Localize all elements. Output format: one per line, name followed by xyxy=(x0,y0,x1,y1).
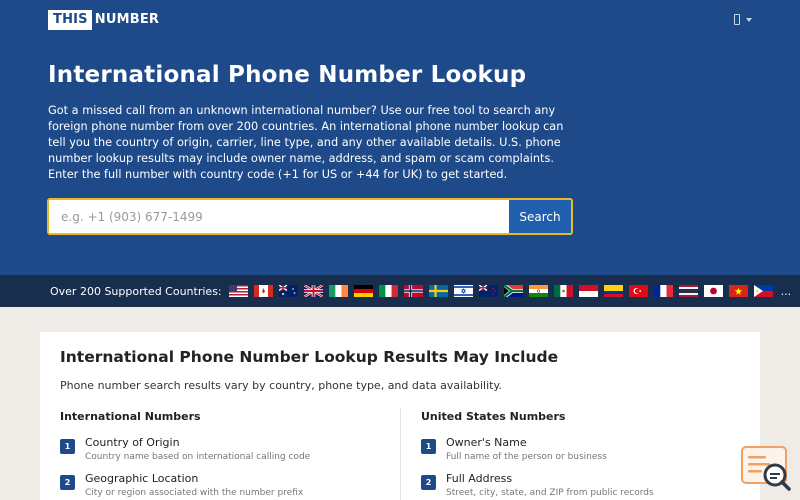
chat-search-icon[interactable] xyxy=(739,444,793,494)
flag-south-africa-icon[interactable] xyxy=(503,285,523,297)
list-item: 2 Geographic Location City or region ass… xyxy=(60,472,380,500)
chevron-down-icon xyxy=(746,17,752,22)
flag-ireland-icon[interactable] xyxy=(328,285,348,297)
logo-number-text: NUMBER xyxy=(94,12,160,27)
list-item: 1 Country of Origin Country name based o… xyxy=(60,436,380,475)
flag-mexico-icon[interactable] xyxy=(553,285,573,297)
flag-italy-icon[interactable] xyxy=(378,285,398,297)
results-title: International Phone Number Lookup Result… xyxy=(60,348,559,366)
item-description: Country name based on international call… xyxy=(85,452,311,462)
flag-new-zealand-icon[interactable] xyxy=(478,285,498,297)
search-input[interactable] xyxy=(49,200,509,233)
item-number-badge: 1 xyxy=(421,439,436,454)
item-title: Geographic Location xyxy=(85,472,199,485)
flag-sweden-icon[interactable] xyxy=(428,285,448,297)
logo-this-text: THIS xyxy=(48,10,92,30)
results-info-card: International Phone Number Lookup Result… xyxy=(40,332,760,500)
item-description: City or region associated with the numbe… xyxy=(85,488,304,498)
user-icon xyxy=(734,14,740,25)
search-button[interactable]: Search xyxy=(509,200,571,233)
flag-thailand-icon[interactable] xyxy=(678,285,698,297)
us-numbers-column: United States Numbers 1 Owner's Name Ful… xyxy=(421,410,741,500)
hero-description: Got a missed call from an unknown intern… xyxy=(48,104,564,181)
item-number-badge: 2 xyxy=(60,475,75,490)
list-item: 2 Full Address Street, city, state, and … xyxy=(421,472,741,500)
flag-list xyxy=(228,285,779,297)
flag-france-icon[interactable] xyxy=(653,285,673,297)
flag-vietnam-icon[interactable] xyxy=(728,285,748,297)
flag-philippines-icon[interactable] xyxy=(753,285,773,297)
search-form: Search xyxy=(47,198,573,235)
item-title: Owner's Name xyxy=(446,436,527,449)
user-menu-button[interactable] xyxy=(734,14,752,25)
international-numbers-column: International Numbers 1 Country of Origi… xyxy=(60,410,380,500)
supported-countries-bar: Over 200 Supported Countries: ... xyxy=(0,275,800,307)
item-number-badge: 1 xyxy=(60,439,75,454)
item-description: Street, city, state, and ZIP from public… xyxy=(446,488,654,498)
results-subtitle: Phone number search results vary by coun… xyxy=(60,379,502,392)
item-number-badge: 2 xyxy=(421,475,436,490)
flag-israel-icon[interactable] xyxy=(453,285,473,297)
international-numbers-heading: International Numbers xyxy=(60,410,201,423)
more-countries-indicator: ... xyxy=(780,284,792,298)
item-description: Full name of the person or business xyxy=(446,452,607,462)
page-title: International Phone Number Lookup xyxy=(48,62,527,88)
item-title: Full Address xyxy=(446,472,513,485)
site-logo[interactable]: THIS NUMBER xyxy=(48,10,159,30)
flag-united-states-icon[interactable] xyxy=(228,285,248,297)
supported-countries-label: Over 200 Supported Countries: xyxy=(50,284,222,298)
flag-australia-icon[interactable] xyxy=(278,285,298,297)
column-divider xyxy=(400,408,401,500)
flag-india-icon[interactable] xyxy=(528,285,548,297)
list-item: 1 Owner's Name Full name of the person o… xyxy=(421,436,741,475)
flag-colombia-icon[interactable] xyxy=(603,285,623,297)
flag-japan-icon[interactable] xyxy=(703,285,723,297)
us-numbers-heading: United States Numbers xyxy=(421,410,566,423)
flag-united-kingdom-icon[interactable] xyxy=(303,285,323,297)
flag-germany-icon[interactable] xyxy=(353,285,373,297)
flag-canada-icon[interactable] xyxy=(253,285,273,297)
flag-norway-icon[interactable] xyxy=(403,285,423,297)
flag-indonesia-icon[interactable] xyxy=(578,285,598,297)
hero-section: THIS NUMBER International Phone Number L… xyxy=(0,0,800,275)
item-title: Country of Origin xyxy=(85,436,180,449)
flag-turkey-icon[interactable] xyxy=(628,285,648,297)
